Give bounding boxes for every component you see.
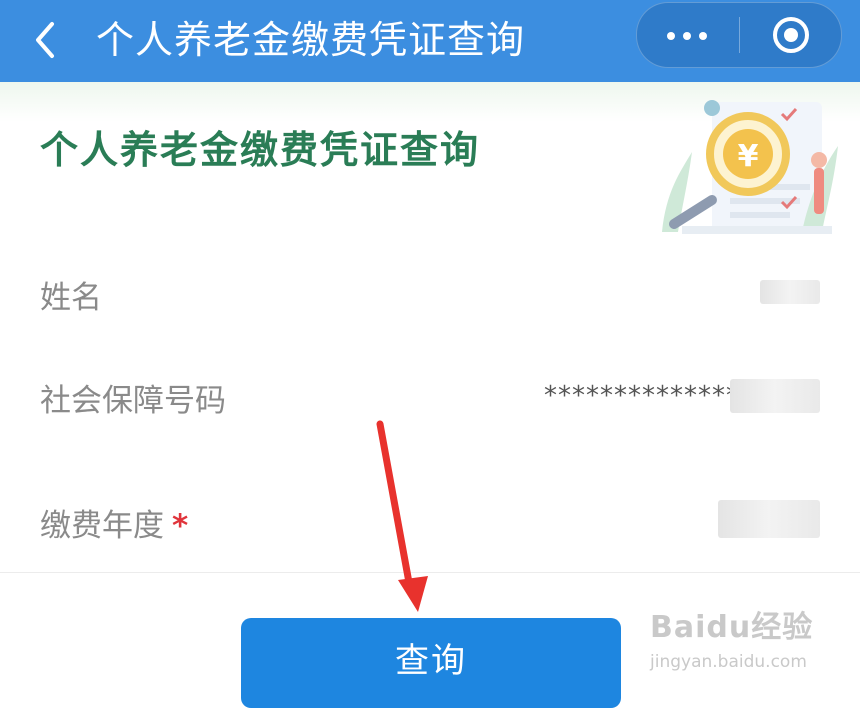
- close-button[interactable]: [771, 15, 811, 55]
- chevron-left-icon: [36, 22, 54, 58]
- social-security-number-value: **************: [544, 381, 740, 411]
- form-row-name[interactable]: 姓名: [0, 242, 860, 342]
- social-security-number-redacted: [730, 379, 820, 413]
- annotation-arrow: [376, 420, 428, 612]
- watermark: Baidu经验 jingyan.baidu.com: [650, 602, 840, 682]
- back-button[interactable]: [30, 14, 70, 64]
- query-button[interactable]: 查询: [241, 618, 621, 708]
- watermark-url: jingyan.baidu.com: [650, 652, 807, 672]
- capsule-divider: [739, 17, 740, 53]
- social-security-number-label: 社会保障号码: [40, 383, 226, 419]
- payment-year-label: 缴费年度 *: [40, 500, 188, 545]
- more-button[interactable]: [637, 3, 737, 67]
- page-title: 个人养老金缴费凭证查询: [96, 18, 526, 62]
- more-dot: [683, 32, 691, 40]
- mini-program-capsule: [636, 2, 842, 68]
- name-value-redacted: [760, 280, 820, 304]
- more-dot: [699, 32, 707, 40]
- payment-year-label-text: 缴费年度: [40, 508, 164, 544]
- watermark-text: Baidu经验: [650, 610, 814, 645]
- svg-text:¥: ¥: [738, 139, 759, 174]
- required-marker: *: [172, 508, 189, 544]
- payment-year-redacted: [718, 500, 820, 538]
- navigation-bar: 个人养老金缴费凭证查询: [0, 0, 860, 82]
- banner-title: 个人养老金缴费凭证查询: [40, 128, 481, 172]
- target-close-icon: [773, 17, 809, 53]
- more-dots-icon: [667, 32, 675, 40]
- magnifier-yuan-illustration: ¥: [662, 100, 838, 234]
- page-banner: 个人养老金缴费凭证查询 ¥: [0, 82, 860, 242]
- name-label: 姓名: [40, 280, 102, 316]
